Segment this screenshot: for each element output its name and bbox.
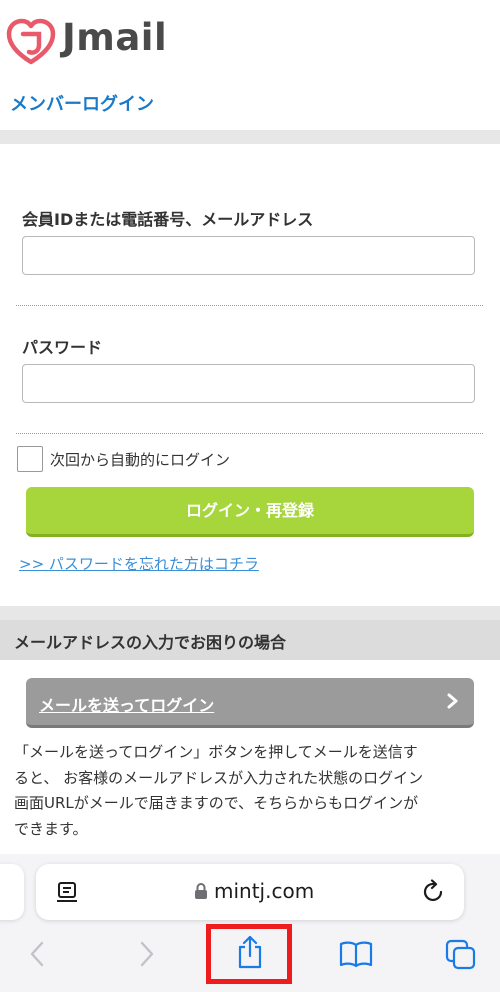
section-gap: [0, 606, 500, 620]
send-mail-login-label[interactable]: メールを送ってログイン: [39, 692, 214, 716]
email-help-section: メールを送ってログイン 「メールを送ってログイン」ボタンを押してメールを送信す …: [0, 660, 500, 860]
page-title: メンバーログイン: [10, 94, 154, 115]
email-help-description: 「メールを送ってログイン」ボタンを押してメールを送信す ると、 お客様のメールア…: [14, 740, 488, 842]
reload-icon[interactable]: [422, 879, 446, 905]
field-divider: [16, 305, 483, 306]
description-line: 「メールを送ってログイン」ボタンを押してメールを送信す: [14, 743, 418, 761]
site-header: Jmail: [0, 0, 500, 89]
auto-login-checkbox[interactable]: [17, 446, 43, 472]
login-button[interactable]: ログイン・再登録: [26, 487, 474, 537]
bookmarks-book-icon[interactable]: [338, 940, 374, 968]
email-help-title: メールアドレスの入力でお困りの場合: [14, 633, 287, 652]
member-id-input[interactable]: [22, 236, 475, 275]
email-help-header: メールアドレスの入力でお困りの場合: [0, 620, 500, 660]
description-line: ると、 お客様のメールアドレスが入力された状態のログイン: [14, 768, 424, 787]
section-gap: [0, 130, 500, 144]
back-chevron-icon[interactable]: [26, 940, 50, 968]
lock-icon: [195, 883, 207, 899]
url-text[interactable]: mintj.com: [214, 879, 314, 903]
description-line: できます。: [14, 819, 88, 838]
chevron-right-icon: [447, 693, 458, 709]
previous-tab-preview[interactable]: [0, 864, 24, 920]
share-icon[interactable]: [235, 934, 265, 970]
tabs-overview-icon[interactable]: [444, 938, 478, 970]
member-id-label: 会員IDまたは電話番号、メールアドレス: [22, 210, 314, 229]
password-input[interactable]: [22, 364, 475, 403]
reader-mode-icon[interactable]: [56, 881, 80, 903]
description-line: 画面URLがメールで届きますので、そちらからもログインが: [14, 794, 419, 812]
password-label: パスワード: [22, 338, 103, 357]
send-mail-login-button[interactable]: メールを送ってログイン: [26, 678, 474, 728]
address-bar[interactable]: mintj.com: [36, 864, 464, 920]
forgot-password-link[interactable]: >> パスワードを忘れた方はコチラ: [19, 553, 259, 574]
auto-login-label[interactable]: 次回から自動的にログイン: [50, 449, 230, 470]
brand-name[interactable]: Jmail: [62, 16, 167, 59]
jmail-logo-icon[interactable]: [6, 18, 56, 66]
forward-chevron-icon[interactable]: [134, 940, 158, 968]
page-title-bar: メンバーログイン: [0, 88, 500, 130]
browser-toolbar: mintj.com: [0, 854, 500, 992]
login-form: 会員IDまたは電話番号、メールアドレス パスワード 次回から自動的にログイン ロ…: [0, 144, 500, 606]
field-divider: [16, 433, 483, 434]
